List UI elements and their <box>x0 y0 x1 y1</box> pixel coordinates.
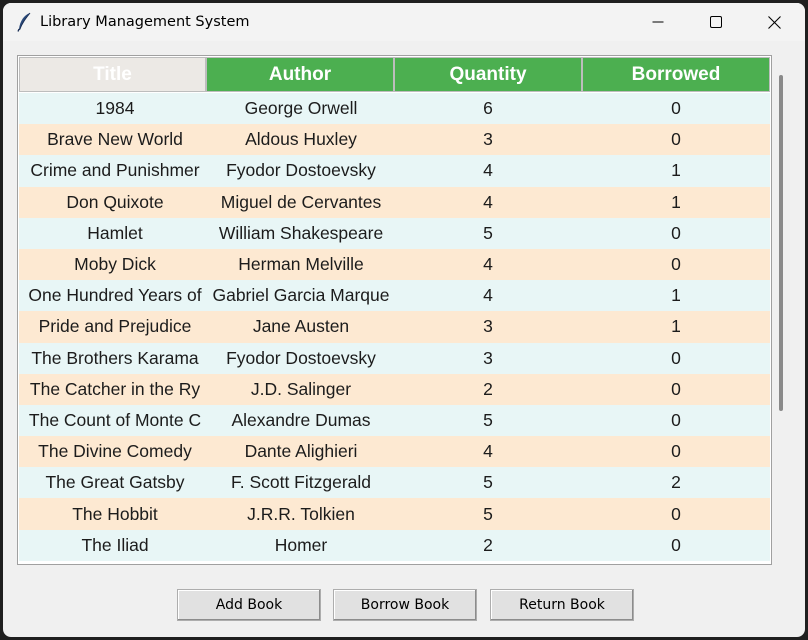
cell-borrowed: 0 <box>671 441 681 462</box>
table-row[interactable]: The Hobbit J.R.R. Tolkien 5 0 <box>19 498 770 530</box>
cell-title: The Iliad <box>81 534 149 555</box>
cell-quantity: 3 <box>483 347 493 368</box>
cell-author: Fyodor Dostoevsky <box>226 160 376 181</box>
cell-title: One Hundred Years of <box>28 285 202 306</box>
minimize-icon <box>652 21 664 23</box>
table-header: Title Author Quantity Borrowed <box>19 57 770 92</box>
cell-title: 1984 <box>95 98 135 119</box>
cell-borrowed: 1 <box>671 191 681 212</box>
cell-author: Aldous Huxley <box>245 129 357 150</box>
cell-title: The Count of Monte C <box>28 409 202 430</box>
table-row[interactable]: Hamlet William Shakespeare 5 0 <box>19 217 770 249</box>
table-row[interactable]: Moby Dick Herman Melville 4 0 <box>19 248 770 281</box>
cell-borrowed: 0 <box>671 409 681 430</box>
cell-author: Miguel de Cervantes <box>220 191 382 212</box>
table-row[interactable]: Brave New World Aldous Huxley 3 0 <box>19 124 770 156</box>
cell-author: F. Scott Fitzgerald <box>230 472 372 493</box>
cell-author: George Orwell <box>244 98 358 119</box>
cell-quantity: 5 <box>483 503 493 524</box>
cell-title: Don Quixote <box>66 191 164 212</box>
cell-borrowed: 1 <box>671 285 681 306</box>
app-window: Library Management System Title Author Q… <box>3 3 805 637</box>
cell-quantity: 2 <box>483 534 493 555</box>
cell-quantity: 4 <box>483 191 493 212</box>
return-book-button[interactable]: Return Book <box>490 589 634 621</box>
column-header-author[interactable]: Author <box>206 57 394 92</box>
table-row[interactable]: The Brothers Karama Fyodor Dostoevsky 3 0 <box>19 342 770 374</box>
table-row[interactable]: 1984 George Orwell 6 0 <box>19 93 770 125</box>
cell-borrowed: 0 <box>671 129 681 150</box>
cell-author: Homer <box>274 534 328 555</box>
cell-borrowed: 0 <box>671 347 681 368</box>
cell-author: Herman Melville <box>238 254 364 275</box>
column-header-quantity[interactable]: Quantity <box>394 57 582 92</box>
minimize-button[interactable] <box>629 3 687 41</box>
cell-title: The Divine Comedy <box>38 441 192 462</box>
cell-borrowed: 0 <box>671 378 681 399</box>
cell-title: The Great Gatsby <box>45 472 185 493</box>
cell-borrowed: 1 <box>671 160 681 181</box>
feather-icon <box>16 12 34 32</box>
cell-quantity: 4 <box>483 441 493 462</box>
table-row[interactable]: One Hundred Years of Gabriel Garcia Marqu… <box>19 280 770 312</box>
window-title: Library Management System <box>40 14 250 30</box>
cell-title: Pride and Prejudice <box>38 316 192 337</box>
cell-borrowed: 1 <box>671 316 681 337</box>
table-row[interactable]: The Catcher in the Ry J.D. Salinger 2 0 <box>19 373 770 405</box>
cell-author: Fyodor Dostoevsky <box>226 347 376 368</box>
cell-title: Crime and Punishmer <box>30 160 200 181</box>
cell-quantity: 6 <box>483 98 493 119</box>
cell-author: Jane Austen <box>252 316 350 337</box>
cell-borrowed: 0 <box>671 534 681 555</box>
table-row[interactable]: Pride and Prejudice Jane Austen 3 1 <box>19 311 770 343</box>
cell-author: Alexandre Dumas <box>231 409 371 430</box>
title-bar[interactable]: Library Management System <box>3 3 805 41</box>
table-row[interactable]: The Iliad Homer 2 0 <box>19 529 770 561</box>
cell-quantity: 4 <box>483 254 493 275</box>
cell-borrowed: 0 <box>671 503 681 524</box>
cell-borrowed: 0 <box>671 98 681 119</box>
table-row[interactable]: Don Quixote Miguel de Cervantes 4 1 <box>19 186 770 218</box>
cell-title: Brave New World <box>47 129 183 150</box>
close-button[interactable] <box>745 3 803 41</box>
cell-borrowed: 0 <box>671 222 681 243</box>
cell-title: Moby Dick <box>74 254 156 275</box>
cell-quantity: 4 <box>483 285 493 306</box>
cell-title: The Hobbit <box>72 503 158 524</box>
books-table[interactable]: Title Author Quantity Borrowed 1984 Georg… <box>17 55 772 565</box>
table-row[interactable]: The Great Gatsby F. Scott Fitzgerald 5 2 <box>19 467 770 499</box>
cell-author: J.D. Salinger <box>250 378 352 399</box>
maximize-button[interactable] <box>687 3 745 41</box>
cell-quantity: 2 <box>483 378 493 399</box>
table-row[interactable]: The Count of Monte C Alexandre Dumas 5 0 <box>19 404 770 437</box>
vertical-scrollbar[interactable] <box>779 75 783 411</box>
add-book-button[interactable]: Add Book <box>177 589 321 621</box>
column-header-title[interactable]: Title <box>19 57 206 92</box>
cell-quantity: 5 <box>483 409 493 430</box>
cell-author: J.R.R. Tolkien <box>247 503 355 524</box>
borrow-book-button[interactable]: Borrow Book <box>333 589 477 621</box>
cell-title: The Brothers Karama <box>31 347 199 368</box>
table-row[interactable]: Crime and Punishmer Fyodor Dostoevsky 4 1 <box>19 155 770 187</box>
close-icon <box>767 15 781 29</box>
cell-quantity: 5 <box>483 472 493 493</box>
cell-author: Dante Alighieri <box>244 441 358 462</box>
cell-quantity: 3 <box>483 129 493 150</box>
cell-quantity: 5 <box>483 222 493 243</box>
table-row[interactable]: The Divine Comedy Dante Alighieri 4 0 <box>19 436 770 468</box>
cell-quantity: 4 <box>483 160 493 181</box>
cell-author: Gabriel Garcia Marque <box>212 285 390 306</box>
column-header-borrowed[interactable]: Borrowed <box>582 57 770 92</box>
table-body: 1984 George Orwell 6 0 Brave New World Aldous… <box>19 93 770 561</box>
cell-borrowed: 0 <box>671 254 681 275</box>
cell-author: William Shakespeare <box>218 222 384 243</box>
cell-title: The Catcher in the Ry <box>29 378 201 399</box>
cell-quantity: 3 <box>483 316 493 337</box>
maximize-icon <box>710 16 722 28</box>
cell-title: Hamlet <box>87 222 143 243</box>
cell-borrowed: 2 <box>671 472 681 493</box>
